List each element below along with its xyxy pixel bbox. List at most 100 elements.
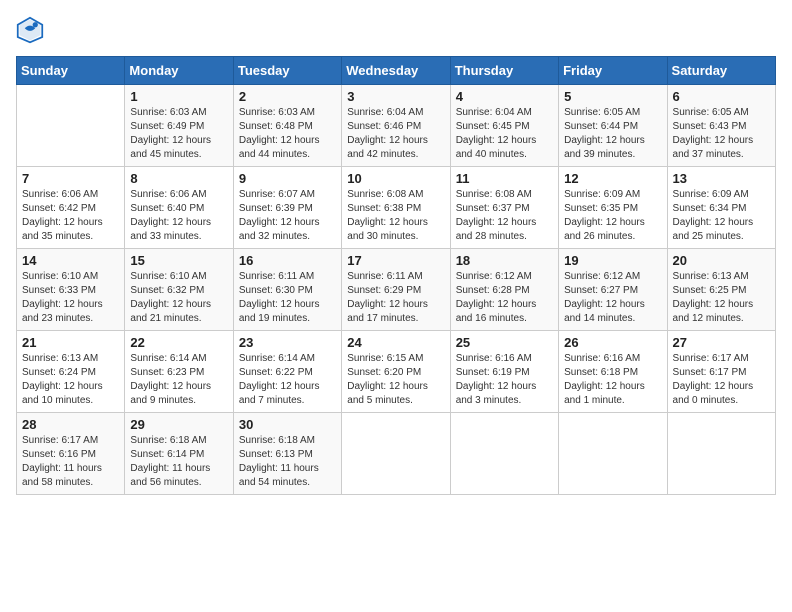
day-info: Sunrise: 6:17 AM Sunset: 6:16 PM Dayligh…: [22, 434, 119, 490]
day-info: Sunrise: 6:18 AM Sunset: 6:13 PM Dayligh…: [239, 434, 336, 490]
day-number: 26: [564, 335, 661, 350]
day-number: 22: [130, 335, 227, 350]
day-info: Sunrise: 6:06 AM Sunset: 6:42 PM Dayligh…: [22, 188, 119, 244]
day-info: Sunrise: 6:18 AM Sunset: 6:14 PM Dayligh…: [130, 434, 227, 490]
day-info: Sunrise: 6:08 AM Sunset: 6:38 PM Dayligh…: [347, 188, 444, 244]
day-info: Sunrise: 6:14 AM Sunset: 6:22 PM Dayligh…: [239, 352, 336, 408]
header-day-monday: Monday: [125, 57, 233, 85]
calendar-cell: [342, 413, 450, 495]
day-number: 24: [347, 335, 444, 350]
logo: [16, 16, 48, 44]
day-number: 17: [347, 253, 444, 268]
day-number: 13: [673, 171, 770, 186]
day-info: Sunrise: 6:09 AM Sunset: 6:34 PM Dayligh…: [673, 188, 770, 244]
calendar-cell: [667, 413, 775, 495]
day-number: 5: [564, 89, 661, 104]
calendar-cell: 5 Sunrise: 6:05 AM Sunset: 6:44 PM Daylig…: [559, 85, 667, 167]
calendar-cell: 23 Sunrise: 6:14 AM Sunset: 6:22 PM Dayli…: [233, 331, 341, 413]
header-day-tuesday: Tuesday: [233, 57, 341, 85]
page-header: [16, 16, 776, 44]
day-info: Sunrise: 6:08 AM Sunset: 6:37 PM Dayligh…: [456, 188, 553, 244]
day-info: Sunrise: 6:10 AM Sunset: 6:32 PM Dayligh…: [130, 270, 227, 326]
day-number: 27: [673, 335, 770, 350]
day-info: Sunrise: 6:14 AM Sunset: 6:23 PM Dayligh…: [130, 352, 227, 408]
calendar-cell: 6 Sunrise: 6:05 AM Sunset: 6:43 PM Daylig…: [667, 85, 775, 167]
header-day-saturday: Saturday: [667, 57, 775, 85]
calendar-cell: 22 Sunrise: 6:14 AM Sunset: 6:23 PM Dayli…: [125, 331, 233, 413]
day-number: 16: [239, 253, 336, 268]
header-row: SundayMondayTuesdayWednesdayThursdayFrid…: [17, 57, 776, 85]
calendar-cell: 13 Sunrise: 6:09 AM Sunset: 6:34 PM Dayli…: [667, 167, 775, 249]
day-number: 3: [347, 89, 444, 104]
day-info: Sunrise: 6:03 AM Sunset: 6:49 PM Dayligh…: [130, 106, 227, 162]
header-day-wednesday: Wednesday: [342, 57, 450, 85]
header-day-thursday: Thursday: [450, 57, 558, 85]
calendar-cell: 4 Sunrise: 6:04 AM Sunset: 6:45 PM Daylig…: [450, 85, 558, 167]
calendar-cell: [450, 413, 558, 495]
calendar-table: SundayMondayTuesdayWednesdayThursdayFrid…: [16, 56, 776, 495]
day-number: 11: [456, 171, 553, 186]
day-number: 9: [239, 171, 336, 186]
day-info: Sunrise: 6:06 AM Sunset: 6:40 PM Dayligh…: [130, 188, 227, 244]
calendar-body: 1 Sunrise: 6:03 AM Sunset: 6:49 PM Daylig…: [17, 85, 776, 495]
day-info: Sunrise: 6:11 AM Sunset: 6:29 PM Dayligh…: [347, 270, 444, 326]
day-info: Sunrise: 6:16 AM Sunset: 6:18 PM Dayligh…: [564, 352, 661, 408]
day-number: 8: [130, 171, 227, 186]
day-number: 1: [130, 89, 227, 104]
week-row-4: 28Sunrise: 6:17 AM Sunset: 6:16 PM Dayli…: [17, 413, 776, 495]
calendar-cell: [559, 413, 667, 495]
calendar-cell: 16 Sunrise: 6:11 AM Sunset: 6:30 PM Dayli…: [233, 249, 341, 331]
day-number: 4: [456, 89, 553, 104]
week-row-3: 21 Sunrise: 6:13 AM Sunset: 6:24 PM Dayli…: [17, 331, 776, 413]
day-number: 25: [456, 335, 553, 350]
day-info: Sunrise: 6:04 AM Sunset: 6:45 PM Dayligh…: [456, 106, 553, 162]
calendar-cell: 29Sunrise: 6:18 AM Sunset: 6:14 PM Dayli…: [125, 413, 233, 495]
week-row-1: 7Sunrise: 6:06 AM Sunset: 6:42 PM Daylig…: [17, 167, 776, 249]
day-number: 19: [564, 253, 661, 268]
calendar-cell: 3 Sunrise: 6:04 AM Sunset: 6:46 PM Daylig…: [342, 85, 450, 167]
calendar-cell: 20 Sunrise: 6:13 AM Sunset: 6:25 PM Dayli…: [667, 249, 775, 331]
day-info: Sunrise: 6:05 AM Sunset: 6:43 PM Dayligh…: [673, 106, 770, 162]
calendar-cell: 1 Sunrise: 6:03 AM Sunset: 6:49 PM Daylig…: [125, 85, 233, 167]
day-info: Sunrise: 6:04 AM Sunset: 6:46 PM Dayligh…: [347, 106, 444, 162]
header-day-sunday: Sunday: [17, 57, 125, 85]
day-number: 15: [130, 253, 227, 268]
calendar-cell: 9 Sunrise: 6:07 AM Sunset: 6:39 PM Daylig…: [233, 167, 341, 249]
day-info: Sunrise: 6:10 AM Sunset: 6:33 PM Dayligh…: [22, 270, 119, 326]
calendar-cell: 21 Sunrise: 6:13 AM Sunset: 6:24 PM Dayli…: [17, 331, 125, 413]
day-number: 14: [22, 253, 119, 268]
header-day-friday: Friday: [559, 57, 667, 85]
day-info: Sunrise: 6:15 AM Sunset: 6:20 PM Dayligh…: [347, 352, 444, 408]
week-row-0: 1 Sunrise: 6:03 AM Sunset: 6:49 PM Daylig…: [17, 85, 776, 167]
calendar-cell: 8 Sunrise: 6:06 AM Sunset: 6:40 PM Daylig…: [125, 167, 233, 249]
logo-icon: [16, 16, 44, 44]
day-number: 2: [239, 89, 336, 104]
calendar-cell: 15 Sunrise: 6:10 AM Sunset: 6:32 PM Dayli…: [125, 249, 233, 331]
day-info: Sunrise: 6:13 AM Sunset: 6:25 PM Dayligh…: [673, 270, 770, 326]
day-number: 21: [22, 335, 119, 350]
calendar-cell: 28Sunrise: 6:17 AM Sunset: 6:16 PM Dayli…: [17, 413, 125, 495]
calendar-cell: 30 Sunrise: 6:18 AM Sunset: 6:13 PM Dayli…: [233, 413, 341, 495]
day-number: 18: [456, 253, 553, 268]
day-number: 6: [673, 89, 770, 104]
day-info: Sunrise: 6:17 AM Sunset: 6:17 PM Dayligh…: [673, 352, 770, 408]
day-info: Sunrise: 6:09 AM Sunset: 6:35 PM Dayligh…: [564, 188, 661, 244]
day-info: Sunrise: 6:13 AM Sunset: 6:24 PM Dayligh…: [22, 352, 119, 408]
calendar-cell: 26 Sunrise: 6:16 AM Sunset: 6:18 PM Dayli…: [559, 331, 667, 413]
day-info: Sunrise: 6:12 AM Sunset: 6:27 PM Dayligh…: [564, 270, 661, 326]
day-info: Sunrise: 6:16 AM Sunset: 6:19 PM Dayligh…: [456, 352, 553, 408]
day-number: 10: [347, 171, 444, 186]
calendar-cell: 27 Sunrise: 6:17 AM Sunset: 6:17 PM Dayli…: [667, 331, 775, 413]
calendar-header: SundayMondayTuesdayWednesdayThursdayFrid…: [17, 57, 776, 85]
day-number: 23: [239, 335, 336, 350]
day-number: 20: [673, 253, 770, 268]
week-row-2: 14 Sunrise: 6:10 AM Sunset: 6:33 PM Dayli…: [17, 249, 776, 331]
day-info: Sunrise: 6:05 AM Sunset: 6:44 PM Dayligh…: [564, 106, 661, 162]
day-info: Sunrise: 6:11 AM Sunset: 6:30 PM Dayligh…: [239, 270, 336, 326]
day-number: 30: [239, 417, 336, 432]
calendar-cell: 25 Sunrise: 6:16 AM Sunset: 6:19 PM Dayli…: [450, 331, 558, 413]
calendar-cell: 17 Sunrise: 6:11 AM Sunset: 6:29 PM Dayli…: [342, 249, 450, 331]
day-info: Sunrise: 6:07 AM Sunset: 6:39 PM Dayligh…: [239, 188, 336, 244]
calendar-cell: 18Sunrise: 6:12 AM Sunset: 6:28 PM Dayli…: [450, 249, 558, 331]
day-number: 12: [564, 171, 661, 186]
